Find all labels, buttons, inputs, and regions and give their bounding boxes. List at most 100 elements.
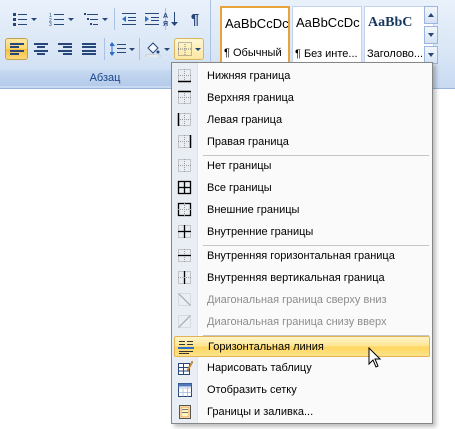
paint-bucket-icon <box>145 41 161 57</box>
align-left-icon <box>9 43 24 55</box>
view-gridlines-icon <box>177 382 193 398</box>
menu-item-right-border[interactable]: Правая граница <box>174 132 430 153</box>
decrease-indent-button[interactable] <box>118 8 140 30</box>
numbering-button[interactable]: 123 <box>44 8 78 30</box>
top-border-icon <box>177 90 193 106</box>
line-spacing-icon <box>109 42 126 56</box>
right-border-icon <box>177 134 193 150</box>
menu-item-outside-borders[interactable]: Внешние границы <box>174 200 430 221</box>
chevron-down-icon <box>101 17 108 21</box>
menu-item-label: Внутренняя вертикальная граница <box>207 272 385 284</box>
sort-az-icon: AЯ <box>163 11 179 27</box>
menu-item-label: Горизонтальная линия <box>208 341 324 353</box>
inside-borders-icon <box>177 224 193 240</box>
menu-item-inside-vertical-border[interactable]: Внутренняя вертикальная граница <box>174 268 430 289</box>
chevron-down-icon <box>428 33 434 37</box>
menu-item-label: Диагональная граница снизу вверх <box>207 316 387 328</box>
menu-item-diagonal-up-border: Диагональная граница снизу вверх <box>174 312 430 333</box>
menu-item-label: Внутренние границы <box>207 226 314 238</box>
style-no-spacing[interactable]: AaBbCcDc ¶ Без инте... <box>292 6 362 64</box>
menu-item-label: Диагональная граница сверху вниз <box>207 294 387 306</box>
menu-item-all-borders[interactable]: Все границы <box>174 178 430 199</box>
bottom-border-icon <box>177 68 193 84</box>
mouse-cursor-icon <box>368 346 382 372</box>
menu-item-label: Верхняя граница <box>207 92 294 104</box>
menu-item-top-border[interactable]: Верхняя граница <box>174 88 430 109</box>
bullets-button[interactable] <box>6 8 42 30</box>
style-normal[interactable]: AaBbCcDc ¶ Обычный <box>220 6 290 64</box>
group-label-text: Абзац <box>89 72 121 84</box>
bullets-icon <box>12 12 28 26</box>
multilevel-list-icon <box>83 12 99 26</box>
diagonal-down-border-icon <box>177 292 193 308</box>
style-sample: AaBbC <box>368 15 413 30</box>
left-border-icon <box>177 112 193 128</box>
inside-vertical-border-icon <box>177 270 193 286</box>
style-name: ¶ Обычный <box>224 47 282 59</box>
numbering-icon: 123 <box>49 12 65 26</box>
menu-item-label: Отобразить сетку <box>207 384 297 396</box>
align-right-icon <box>58 43 72 55</box>
align-left-button[interactable] <box>5 38 28 60</box>
decrease-indent-icon <box>121 12 137 26</box>
increase-indent-icon <box>144 12 160 26</box>
gallery-scroll <box>424 6 438 64</box>
svg-text:3: 3 <box>49 22 52 26</box>
menu-item-label: Левая граница <box>207 114 283 126</box>
menu-item-label: Нижняя граница <box>207 70 291 82</box>
gallery-scroll-down-button[interactable] <box>424 26 438 44</box>
more-icon <box>428 53 434 57</box>
menu-item-no-border[interactable]: Нет границы <box>174 156 430 177</box>
borders-menu: Нижняя граница Верхняя граница Левая гра… <box>171 62 433 424</box>
multilevel-list-button[interactable] <box>80 8 110 30</box>
menu-item-inside-horizontal-border[interactable]: Внутренняя горизонтальная граница <box>174 246 430 267</box>
chevron-up-icon <box>428 13 434 17</box>
pilcrow-icon: ¶ <box>190 10 200 28</box>
menu-item-label: Все границы <box>207 182 272 194</box>
line-spacing-button[interactable] <box>107 38 137 60</box>
menu-item-view-gridlines[interactable]: Отобразить сетку <box>174 380 430 401</box>
chevron-down-icon <box>163 47 170 51</box>
style-sample: AaBbCcDc <box>296 15 360 30</box>
style-name: Заголово... <box>367 48 424 60</box>
justify-icon <box>82 43 96 55</box>
menu-item-label: Правая граница <box>207 136 289 148</box>
borders-and-shading-icon <box>177 404 193 420</box>
menu-item-diagonal-down-border: Диагональная граница сверху вниз <box>174 290 430 311</box>
chevron-down-icon <box>194 47 201 51</box>
no-border-icon <box>177 158 193 174</box>
menu-item-label: Нет границы <box>207 160 272 172</box>
chevron-down-icon <box>67 17 74 21</box>
show-formatting-button[interactable]: ¶ <box>184 8 206 30</box>
styles-gallery: AaBbCcDc ¶ Обычный AaBbCcDc ¶ Без инте..… <box>214 2 438 66</box>
menu-item-borders-and-shading[interactable]: Границы и заливка... <box>174 402 430 423</box>
menu-item-inside-borders[interactable]: Внутренние границы <box>174 222 430 243</box>
justify-button[interactable] <box>78 38 100 60</box>
chevron-down-icon <box>30 17 37 21</box>
menu-item-label: Границы и заливка... <box>207 406 314 418</box>
inside-horizontal-border-icon <box>177 248 193 264</box>
shading-button[interactable] <box>142 38 172 60</box>
sort-button[interactable]: AЯ <box>160 8 182 30</box>
menu-item-bottom-border[interactable]: Нижняя граница <box>174 66 430 87</box>
menu-item-draw-table[interactable]: Нарисовать таблицу <box>174 358 430 379</box>
diagonal-up-border-icon <box>177 314 193 330</box>
border-grid-icon <box>177 42 192 56</box>
borders-button[interactable] <box>174 38 204 60</box>
svg-text:A: A <box>163 13 168 20</box>
align-center-button[interactable] <box>30 38 52 60</box>
gallery-scroll-up-button[interactable] <box>424 6 438 24</box>
style-sample: AaBbCcDc <box>225 16 289 31</box>
outside-borders-icon <box>177 202 193 218</box>
all-borders-icon <box>177 180 193 196</box>
horizontal-line-icon <box>178 339 194 355</box>
align-right-button[interactable] <box>54 38 76 60</box>
draw-table-icon <box>177 360 194 376</box>
chevron-down-icon <box>128 47 135 51</box>
menu-item-label: Внутренняя горизонтальная граница <box>207 250 395 262</box>
menu-item-left-border[interactable]: Левая граница <box>174 110 430 131</box>
menu-item-label: Нарисовать таблицу <box>207 362 312 374</box>
menu-item-label: Внешние границы <box>207 204 300 216</box>
align-center-icon <box>34 43 48 55</box>
menu-item-horizontal-line[interactable]: Горизонтальная линия <box>174 336 430 357</box>
